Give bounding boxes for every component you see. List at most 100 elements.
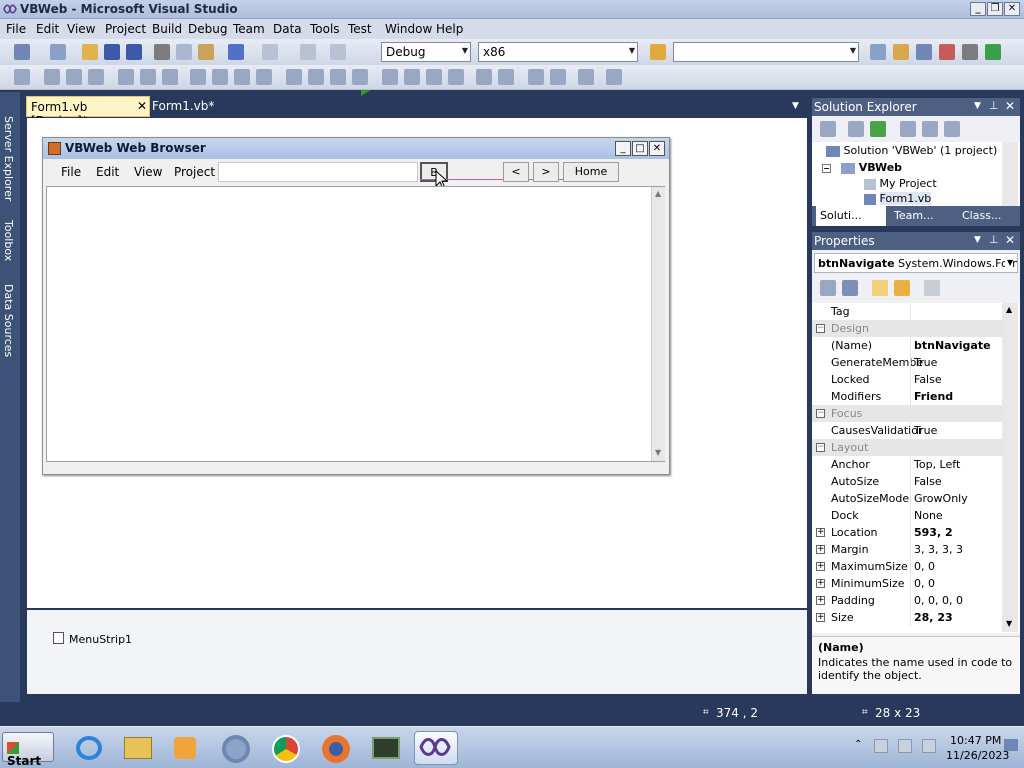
property-value[interactable]: False (914, 373, 942, 386)
events-icon[interactable] (894, 280, 910, 296)
property-value[interactable]: 593, 2 (914, 526, 953, 539)
property-pages-icon[interactable] (924, 280, 940, 296)
property-value[interactable]: True (914, 356, 937, 369)
form-menu-file[interactable]: File (61, 165, 81, 179)
redo-icon[interactable] (262, 44, 278, 60)
property-row[interactable]: (Name) btnNavigate (812, 337, 1002, 354)
se-scrollbar[interactable] (1002, 142, 1018, 206)
menu-strip[interactable]: File Edit View Project B < > Home (43, 159, 669, 190)
property-category[interactable]: − Focus (812, 405, 1002, 422)
tree-project[interactable]: − VBWeb (822, 161, 902, 174)
property-value[interactable]: Top, Left (914, 458, 960, 471)
web-browser-control[interactable]: ▲ ▼ (46, 186, 665, 462)
scroll-down-icon[interactable]: ▼ (655, 448, 661, 457)
increase-h-spacing-icon[interactable] (308, 69, 324, 85)
form-menu-project[interactable]: Project (174, 165, 215, 179)
property-row[interactable]: CausesValidatior True (812, 422, 1002, 439)
size-to-grid-icon[interactable] (256, 69, 272, 85)
remove-h-spacing-icon[interactable] (352, 69, 368, 85)
property-value[interactable]: btnNavigate (914, 339, 991, 352)
pin-icon[interactable]: ⊥ (989, 99, 999, 112)
start-page-icon[interactable] (985, 44, 1001, 60)
bring-to-front-icon[interactable] (528, 69, 544, 85)
property-row[interactable]: Dock None (812, 507, 1002, 524)
property-row[interactable]: + Margin 3, 3, 3, 3 (812, 541, 1002, 558)
view-designer-icon[interactable] (922, 121, 938, 137)
expand-icon[interactable]: + (816, 562, 825, 571)
class-diagram-icon[interactable] (944, 121, 960, 137)
menu-edit[interactable]: Edit (36, 22, 59, 36)
clock-date[interactable]: 11/26/2023 (946, 749, 1009, 762)
terminal-icon[interactable] (364, 731, 408, 765)
align-middles-icon[interactable] (140, 69, 156, 85)
tray-component-label[interactable]: MenuStrip1 (69, 633, 132, 646)
menu-project[interactable]: Project (105, 22, 146, 36)
column-divider[interactable] (910, 507, 911, 524)
show-all-files-icon[interactable] (848, 121, 864, 137)
refresh-icon[interactable] (870, 121, 886, 137)
forward-button[interactable]: > (533, 162, 559, 182)
scroll-up-icon[interactable]: ▲ (1006, 305, 1012, 314)
property-value[interactable]: 0, 0 (914, 577, 935, 590)
close-icon[interactable]: ✕ (1005, 99, 1015, 113)
property-value[interactable]: 0, 0 (914, 560, 935, 573)
decrease-v-spacing-icon[interactable] (426, 69, 442, 85)
internet-explorer-icon[interactable] (66, 731, 110, 765)
volume-icon[interactable] (922, 739, 936, 753)
clock-time[interactable]: 10:47 PM (950, 734, 1001, 747)
cut-icon[interactable] (154, 44, 170, 60)
toolbox-icon[interactable] (939, 44, 955, 60)
toolbox-tab[interactable]: Toolbox (2, 220, 15, 261)
column-divider[interactable] (910, 490, 911, 507)
object-browser-icon[interactable] (916, 44, 932, 60)
menu-debug[interactable]: Debug (188, 22, 227, 36)
property-value[interactable]: 0, 0, 0, 0 (914, 594, 963, 607)
menu-data[interactable]: Data (273, 22, 302, 36)
close-icon[interactable]: ✕ (1005, 233, 1015, 247)
align-bottoms-icon[interactable] (162, 69, 178, 85)
property-value[interactable]: True (914, 424, 937, 437)
chrome-icon[interactable] (264, 731, 308, 765)
center-horizontally-icon[interactable] (476, 69, 492, 85)
column-divider[interactable] (910, 371, 911, 388)
property-row[interactable]: AutoSize False (812, 473, 1002, 490)
property-row[interactable]: GenerateMembe True (812, 354, 1002, 371)
url-textbox[interactable] (218, 162, 418, 182)
column-divider[interactable] (910, 456, 911, 473)
align-centers-icon[interactable] (66, 69, 82, 85)
show-hidden-icons-icon[interactable]: ⌃ (854, 739, 862, 750)
column-divider[interactable] (910, 575, 911, 592)
column-divider[interactable] (910, 473, 911, 490)
column-divider[interactable] (910, 592, 911, 609)
remove-v-spacing-icon[interactable] (448, 69, 464, 85)
paste-icon[interactable] (198, 44, 214, 60)
action-center-icon[interactable] (874, 739, 888, 753)
property-value[interactable]: 28, 23 (914, 611, 953, 624)
tab-class-view[interactable]: Class... (962, 209, 1001, 222)
tab-form1-code[interactable]: Form1.vb* (152, 99, 214, 113)
close-icon[interactable]: ✕ (137, 99, 147, 113)
tab-order-icon[interactable] (606, 69, 622, 85)
send-to-back-icon[interactable] (550, 69, 566, 85)
align-to-grid-icon[interactable] (14, 69, 30, 85)
menu-file[interactable]: File (6, 22, 26, 36)
designer-form[interactable]: VBWeb Web Browser _ □ ✕ File Edit View P… (42, 137, 670, 475)
lock-controls-icon[interactable] (578, 69, 594, 85)
chevron-down-icon[interactable]: ▼ (792, 101, 799, 111)
alphabetical-icon[interactable] (842, 280, 858, 296)
property-row[interactable]: AutoSizeMode GrowOnly (812, 490, 1002, 507)
home-button[interactable]: Home (563, 162, 619, 182)
decrease-h-spacing-icon[interactable] (330, 69, 346, 85)
property-value[interactable]: None (914, 509, 943, 522)
find-in-files-icon[interactable] (650, 44, 666, 60)
add-item-icon[interactable] (50, 44, 66, 60)
tools-icon[interactable] (962, 44, 978, 60)
tab-solution-explorer[interactable]: Soluti... (816, 206, 886, 226)
property-row[interactable]: + Padding 0, 0, 0, 0 (812, 592, 1002, 609)
horizontal-spacing-icon[interactable] (286, 69, 302, 85)
data-sources-tab[interactable]: Data Sources (2, 284, 15, 357)
column-divider[interactable] (910, 303, 911, 320)
column-divider[interactable] (910, 609, 911, 626)
tree-solution[interactable]: Solution 'VBWeb' (1 project) (826, 144, 997, 157)
tree-my-project[interactable]: My Project (864, 177, 937, 190)
